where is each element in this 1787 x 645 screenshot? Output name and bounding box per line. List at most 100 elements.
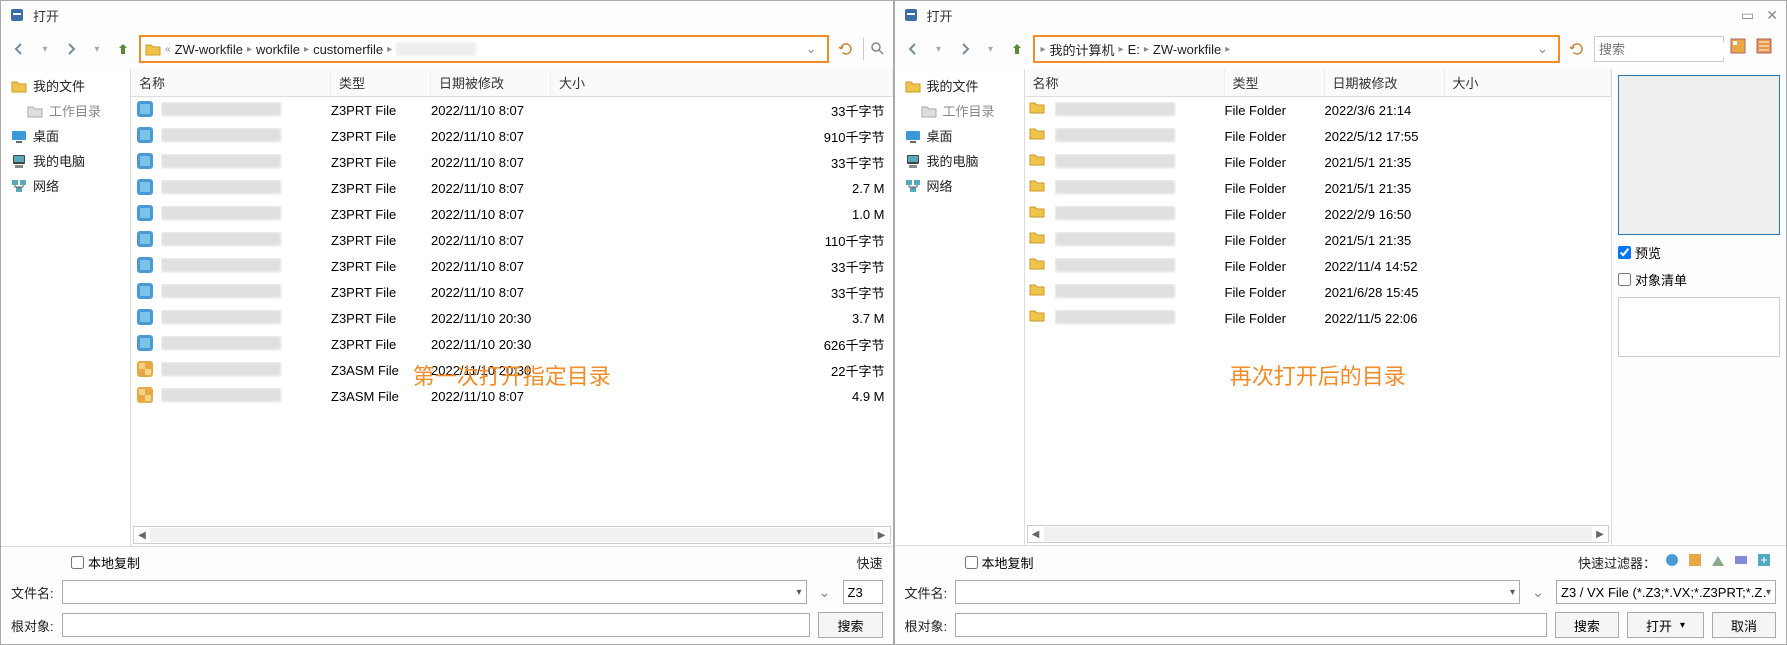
col-type[interactable]: 类型	[331, 69, 431, 96]
breadcrumb[interactable]: ▸ 我的计算机 ▸ E: ▸ ZW-workfile ▸ ⌄	[1033, 35, 1561, 63]
sidebar-item-computer[interactable]: 我的电脑	[5, 148, 126, 173]
breadcrumb[interactable]: « ZW-workfile ▸ workfile ▸ customerfile …	[139, 35, 829, 63]
filename-input[interactable]: ▾	[62, 580, 807, 604]
table-row[interactable]: Z3PRT File 2022/11/10 8:07 33千字节	[131, 279, 893, 305]
search-button[interactable]: 搜索	[1555, 612, 1619, 638]
sidebar-item-network[interactable]: 网络	[5, 173, 126, 198]
cancel-button[interactable]: 取消	[1712, 612, 1776, 638]
rootobj-input[interactable]	[955, 613, 1547, 637]
table-row[interactable]: Z3PRT File 2022/11/10 20:30 3.7 M	[131, 305, 893, 331]
close-button[interactable]: ✕	[1766, 7, 1778, 24]
table-row[interactable]: File Folder 2022/11/4 14:52	[1025, 253, 1612, 279]
breadcrumb-dd-icon[interactable]: ⌄	[1531, 41, 1554, 57]
filename-dd-icon[interactable]: ⌄	[815, 582, 835, 602]
search-button[interactable]: 搜索	[818, 612, 882, 638]
table-row[interactable]: File Folder 2021/5/1 21:35	[1025, 175, 1612, 201]
nav-fwd-dd[interactable]: ▾	[87, 39, 107, 59]
local-copy-label: 本地复制	[982, 553, 1034, 572]
table-row[interactable]: File Folder 2021/5/1 21:35	[1025, 227, 1612, 253]
objectlist-checkbox[interactable]	[1618, 273, 1631, 286]
qf-icon-3[interactable]	[1710, 552, 1730, 572]
table-row[interactable]: Z3PRT File 2022/11/10 20:30 626千字节	[131, 331, 893, 357]
table-row[interactable]: File Folder 2022/5/12 17:55	[1025, 123, 1612, 149]
scroll-right-icon[interactable]: ▶	[1592, 529, 1608, 540]
qf-icon-2[interactable]	[1687, 552, 1707, 572]
preview-checkbox-row[interactable]: 预览	[1618, 243, 1780, 262]
qf-icon-5[interactable]	[1756, 552, 1776, 572]
objectlist-checkbox-row[interactable]: 对象清单	[1618, 270, 1780, 289]
table-row[interactable]: Z3PRT File 2022/11/10 8:07 110千字节	[131, 227, 893, 253]
open-button[interactable]: 打开▾	[1627, 612, 1704, 638]
table-row[interactable]: File Folder 2021/5/1 21:35	[1025, 149, 1612, 175]
search-icon[interactable]	[863, 38, 885, 60]
table-row[interactable]: File Folder 2022/3/6 21:14	[1025, 97, 1612, 123]
table-row[interactable]: Z3ASM File 2022/11/10 8:07 4.9 M	[131, 383, 893, 409]
crumb-0[interactable]: 我的计算机	[1050, 40, 1115, 59]
crumb-1[interactable]: E:	[1128, 42, 1140, 57]
h-scrollbar[interactable]: ◀ ▶	[1027, 525, 1610, 543]
rootobj-input[interactable]	[62, 613, 811, 637]
sidebar-item-desktop[interactable]: 桌面	[5, 123, 126, 148]
nav-back-button[interactable]	[9, 39, 29, 59]
col-size[interactable]: 大小	[1445, 69, 1612, 96]
table-row[interactable]: Z3PRT File 2022/11/10 8:07 1.0 M	[131, 201, 893, 227]
minimize-button[interactable]: ▭	[1741, 7, 1754, 24]
col-date[interactable]: 日期被修改	[431, 69, 551, 96]
nav-back-dd[interactable]: ▾	[929, 39, 949, 59]
h-scrollbar[interactable]: ◀ ▶	[133, 526, 891, 544]
scroll-left-icon[interactable]: ◀	[1028, 529, 1044, 540]
col-name[interactable]: 名称	[1025, 69, 1225, 96]
search-input[interactable]	[1594, 36, 1724, 62]
nav-back-dd[interactable]: ▾	[35, 39, 55, 59]
filetype-dd[interactable]: Z3	[843, 580, 883, 604]
preview-checkbox[interactable]	[1618, 246, 1631, 259]
filename-input[interactable]: ▾	[955, 580, 1520, 604]
nav-back-button[interactable]	[903, 39, 923, 59]
table-row[interactable]: Z3ASM File 2022/11/10 20:30 22千字节	[131, 357, 893, 383]
qf-icon-4[interactable]	[1733, 552, 1753, 572]
view-list-button[interactable]	[1756, 38, 1778, 60]
col-date[interactable]: 日期被修改	[1325, 69, 1445, 96]
nav-fwd-button[interactable]	[61, 39, 81, 59]
sidebar-item-workdir[interactable]: 工作目录	[899, 98, 1020, 123]
table-row[interactable]: Z3PRT File 2022/11/10 8:07 33千字节	[131, 253, 893, 279]
table-row[interactable]: File Folder 2021/6/28 15:45	[1025, 279, 1612, 305]
file-list[interactable]: File Folder 2022/3/6 21:14 File Folder 2…	[1025, 97, 1612, 523]
filename-dd-icon[interactable]: ⌄	[1528, 582, 1548, 602]
crumb-1[interactable]: workfile	[256, 42, 300, 57]
sidebar-item-myfiles[interactable]: 我的文件	[899, 73, 1020, 98]
local-copy-checkbox[interactable]	[71, 556, 84, 569]
scroll-right-icon[interactable]: ▶	[874, 530, 890, 541]
breadcrumb-dd-icon[interactable]: ⌄	[800, 41, 823, 57]
sidebar-item-computer[interactable]: 我的电脑	[899, 148, 1020, 173]
view-icons-button[interactable]	[1730, 38, 1752, 60]
nav-up-button[interactable]	[113, 39, 133, 59]
table-row[interactable]: Z3PRT File 2022/11/10 8:07 2.7 M	[131, 175, 893, 201]
table-row[interactable]: Z3PRT File 2022/11/10 8:07 910千字节	[131, 123, 893, 149]
nav-fwd-dd[interactable]: ▾	[981, 39, 1001, 59]
crumb-2[interactable]: ZW-workfile	[1153, 42, 1221, 57]
col-type[interactable]: 类型	[1225, 69, 1325, 96]
qf-icon-1[interactable]	[1664, 552, 1684, 572]
sidebar-item-myfiles[interactable]: 我的文件	[5, 73, 126, 98]
table-row[interactable]: File Folder 2022/2/9 16:50	[1025, 201, 1612, 227]
file-list[interactable]: Z3PRT File 2022/11/10 8:07 33千字节 Z3PRT F…	[131, 97, 893, 524]
table-row[interactable]: File Folder 2022/11/5 22:06	[1025, 305, 1612, 331]
nav-up-button[interactable]	[1007, 39, 1027, 59]
table-row[interactable]: Z3PRT File 2022/11/10 8:07 33千字节	[131, 97, 893, 123]
folder-icon	[1029, 307, 1051, 329]
refresh-button[interactable]	[1566, 38, 1588, 60]
refresh-button[interactable]	[835, 38, 857, 60]
crumb-2[interactable]: customerfile	[313, 42, 383, 57]
filetype-dd[interactable]: Z3 / VX File (*.Z3;*.VX;*.Z3PRT;*.Z…▾	[1556, 580, 1776, 604]
col-size[interactable]: 大小	[551, 69, 893, 96]
crumb-0[interactable]: ZW-workfile	[175, 42, 243, 57]
local-copy-checkbox[interactable]	[965, 556, 978, 569]
sidebar-item-workdir[interactable]: 工作目录	[5, 98, 126, 123]
sidebar-item-desktop[interactable]: 桌面	[899, 123, 1020, 148]
scroll-left-icon[interactable]: ◀	[134, 530, 150, 541]
sidebar-item-network[interactable]: 网络	[899, 173, 1020, 198]
col-name[interactable]: 名称	[131, 69, 331, 96]
nav-fwd-button[interactable]	[955, 39, 975, 59]
table-row[interactable]: Z3PRT File 2022/11/10 8:07 33千字节	[131, 149, 893, 175]
